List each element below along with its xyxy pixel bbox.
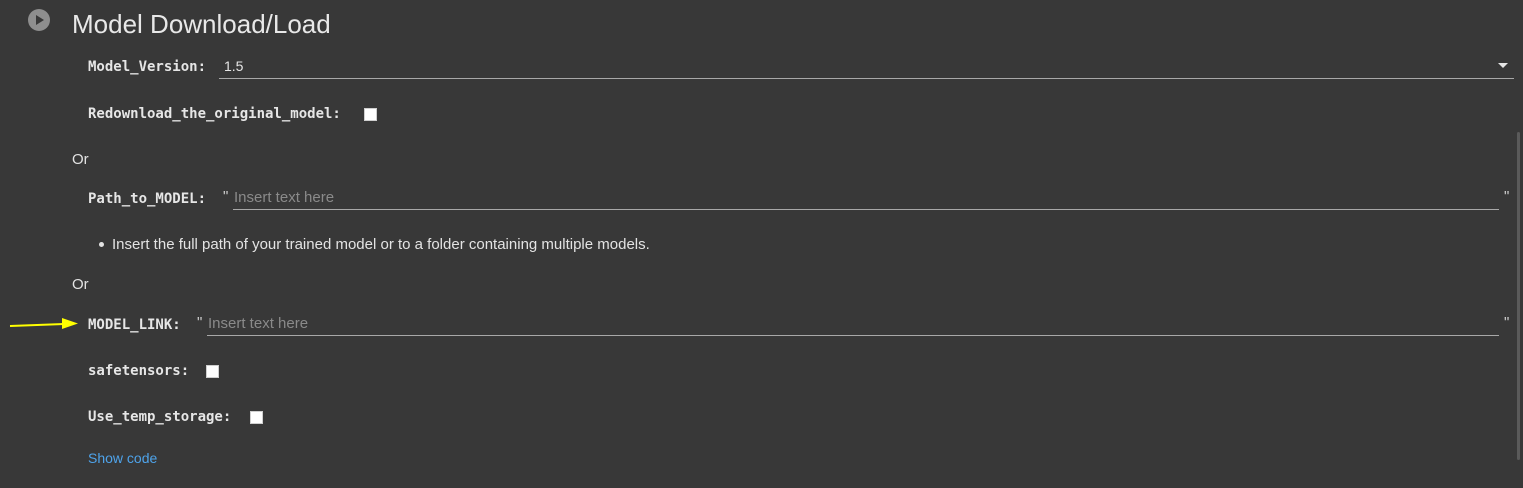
or-separator-2: Or (72, 276, 89, 293)
path-help-text: Insert the full path of your trained mod… (112, 236, 650, 253)
model-version-label: Model_Version: (88, 59, 207, 75)
redownload-label: Redownload_the_original_model: (88, 106, 341, 122)
path-to-model-input[interactable] (233, 186, 1499, 210)
path-to-model-label: Path_to_MODEL: (88, 191, 207, 207)
yellow-arrow-icon (9, 318, 78, 329)
safetensors-label: safetensors: (88, 363, 190, 379)
play-icon (36, 15, 44, 25)
use-temp-storage-label: Use_temp_storage: (88, 409, 232, 425)
notebook-cell: Model Download/Load Model_Version: 1.5 R… (0, 0, 1523, 488)
path-quote-close: " (1504, 188, 1510, 205)
model-version-select[interactable]: 1.5 (219, 54, 1514, 79)
use-temp-storage-checkbox[interactable] (250, 411, 263, 424)
link-quote-open: " (197, 314, 203, 331)
model-link-input[interactable] (207, 312, 1499, 336)
path-quote-open: " (223, 188, 229, 205)
run-cell-button[interactable] (28, 9, 50, 31)
show-code-link[interactable]: Show code (88, 450, 157, 466)
model-link-label: MODEL_LINK: (88, 317, 181, 333)
dropdown-arrow-icon (1498, 63, 1508, 68)
redownload-checkbox[interactable] (364, 108, 377, 121)
cell-title: Model Download/Load (72, 9, 331, 39)
link-quote-close: " (1504, 314, 1510, 331)
scrollbar[interactable] (1517, 132, 1520, 460)
or-separator-1: Or (72, 151, 89, 168)
bullet-dot (99, 242, 104, 247)
model-version-value: 1.5 (224, 58, 244, 74)
safetensors-checkbox[interactable] (206, 365, 219, 378)
